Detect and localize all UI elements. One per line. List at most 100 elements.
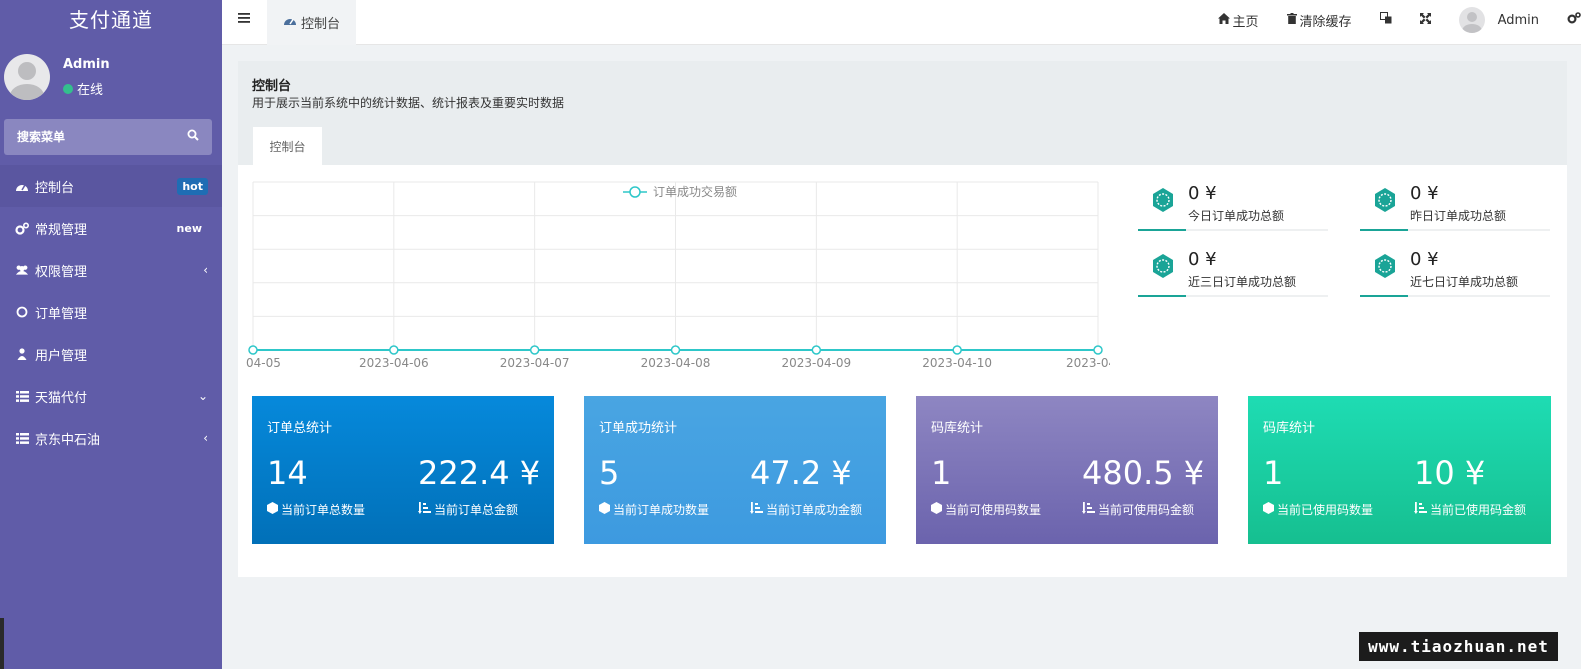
stat-progress	[1360, 295, 1550, 297]
settings-button[interactable]	[1567, 12, 1581, 28]
menu-search	[4, 119, 212, 155]
page-subtitle: 用于展示当前系统中的统计数据、统计报表及重要实时数据	[252, 96, 565, 110]
order-success-chart: 订单成功交易额 04-05 2023-04-06 2023-04-07 2023-04…	[246, 176, 1110, 376]
stat-label: 昨日订单成功总额	[1410, 209, 1507, 223]
chart-legend[interactable]: 订单成功交易额	[623, 184, 737, 199]
language-button[interactable]	[1379, 12, 1392, 28]
box-amount-label: 当前订单总金额	[434, 503, 519, 517]
x-tick-label: 2023-04-09	[781, 356, 851, 370]
stat-label: 近三日订单成功总额	[1188, 275, 1297, 289]
avatar	[1458, 7, 1485, 33]
stat-value: 0 ¥	[1410, 249, 1439, 270]
fullscreen-button[interactable]	[1419, 12, 1431, 28]
home-link[interactable]: 主页	[1217, 11, 1259, 30]
tab-dashboard[interactable]: 控制台	[267, 0, 356, 45]
legend-marker	[629, 186, 641, 198]
fullscreen-icon	[1419, 12, 1431, 28]
sidebar-item-permissions[interactable]: 权限管理 ‹	[0, 249, 222, 291]
tab-console[interactable]: 控制台	[253, 127, 322, 165]
badge-icon	[1372, 187, 1398, 213]
box-count: 14	[267, 454, 308, 492]
x-tick-label: 2023-04-06	[359, 356, 429, 370]
box-title: 码库统计	[931, 421, 984, 436]
sort-amount-icon	[750, 502, 763, 517]
box-count-caption: 当前订单成功数量	[599, 501, 709, 518]
stat-progress	[1360, 229, 1550, 231]
sidebar-item-orders[interactable]: 订单管理	[0, 291, 222, 333]
cube-icon	[931, 502, 942, 517]
chevron-left-icon: ‹	[203, 431, 208, 445]
box-amount: 47.2 ¥	[750, 454, 852, 492]
stat-three-days: 0 ¥ 近三日订单成功总额	[1138, 247, 1328, 297]
data-point[interactable]	[811, 345, 822, 355]
sort-amount-icon	[1414, 502, 1427, 517]
code-library-box: 码库统计 1 480.5 ¥ 当前可使用码数量 当前可使用码金额	[916, 396, 1218, 544]
user-panel: Admin 在线	[0, 40, 222, 112]
list-icon	[15, 431, 29, 445]
chart-x-ticks: 04-05 2023-04-06 2023-04-07 2023-04-08 2023-…	[246, 356, 1110, 370]
watermark: www.tiaozhuan.net	[1359, 632, 1558, 661]
sidebar-item-label: 订单管理	[35, 306, 88, 322]
sidebar-item-label: 权限管理	[35, 264, 88, 280]
edge-mark	[0, 618, 4, 669]
data-point[interactable]	[1093, 345, 1103, 355]
clear-cache-button[interactable]: 清除缓存	[1286, 11, 1352, 30]
stat-value: 0 ¥	[1410, 183, 1439, 204]
box-amount: 10 ¥	[1414, 454, 1486, 492]
top-nav: 主页 清除缓存 Admin	[1217, 0, 1581, 40]
content-header: 控制台 用于展示当前系统中的统计数据、统计报表及重要实时数据 控制台	[238, 61, 1567, 165]
list-icon	[15, 389, 29, 403]
users-icon	[15, 263, 29, 277]
sidebar-item-general[interactable]: 常规管理 new	[0, 207, 222, 249]
box-amount-caption: 当前订单总金额	[418, 501, 518, 518]
box-title: 订单成功统计	[599, 421, 678, 436]
x-tick-label: 2023-04	[1066, 356, 1110, 370]
cogs-icon	[15, 221, 29, 235]
menu-search-input[interactable]	[17, 130, 167, 144]
clear-cache-label: 清除缓存	[1299, 14, 1352, 30]
order-total-box: 订单总统计 14 222.4 ¥ 当前订单总数量 当前订单总金额	[252, 396, 554, 544]
sidebar-item-dashboard[interactable]: 控制台 hot	[0, 165, 222, 207]
trash-icon	[1286, 12, 1297, 28]
sidebar-item-tmall[interactable]: 天猫代付 ⌄	[0, 375, 222, 417]
box-count: 1	[1263, 454, 1284, 492]
stat-yesterday: 0 ¥ 昨日订单成功总额	[1360, 181, 1550, 231]
badge-icon	[1150, 187, 1176, 213]
sidebar-item-users[interactable]: 用户管理	[0, 333, 222, 375]
sort-amount-icon	[418, 502, 431, 517]
data-point[interactable]	[952, 345, 962, 355]
brand-logo[interactable]: 支付通道	[0, 0, 222, 40]
stat-value: 0 ¥	[1188, 183, 1217, 204]
page-title: 控制台	[252, 79, 292, 94]
user-menu[interactable]: Admin	[1458, 7, 1539, 33]
data-point[interactable]	[670, 345, 681, 355]
chevron-down-icon: ⌄	[197, 389, 208, 403]
chevron-left-icon: ‹	[203, 263, 208, 277]
box-amount-caption: 当前可使用码金额	[1082, 501, 1194, 518]
chart-grid	[252, 181, 1099, 351]
language-icon	[1379, 12, 1392, 28]
sidebar-item-jd-sinopec[interactable]: 京东中石油 ‹	[0, 417, 222, 459]
sidebar-toggle-icon[interactable]	[238, 12, 252, 26]
box-amount-label: 当前订单成功金额	[766, 503, 863, 517]
data-point[interactable]	[389, 345, 399, 355]
box-count-label: 当前已使用码数量	[1277, 503, 1374, 517]
box-amount-label: 当前已使用码金额	[1430, 503, 1527, 517]
chart-svg: 订单成功交易额 04-05 2023-04-06 2023-04-07 2023-04…	[246, 181, 1110, 370]
dashboard-icon	[283, 15, 297, 30]
user-menu-name: Admin	[1497, 12, 1539, 28]
box-amount-label: 当前可使用码金额	[1098, 503, 1195, 517]
cube-icon	[1263, 502, 1274, 517]
hot-badge: hot	[177, 177, 208, 195]
data-point[interactable]	[248, 345, 258, 355]
box-count-caption: 当前可使用码数量	[931, 501, 1041, 518]
stat-value: 0 ¥	[1188, 249, 1217, 270]
search-icon[interactable]	[187, 129, 199, 145]
sort-amount-icon	[1082, 502, 1095, 517]
data-point[interactable]	[529, 345, 540, 355]
box-title: 码库统计	[1263, 421, 1316, 436]
stat-progress	[1138, 295, 1328, 297]
user-name: Admin	[63, 57, 110, 72]
circle-icon	[15, 305, 29, 319]
box-count-label: 当前订单总数量	[281, 503, 366, 517]
